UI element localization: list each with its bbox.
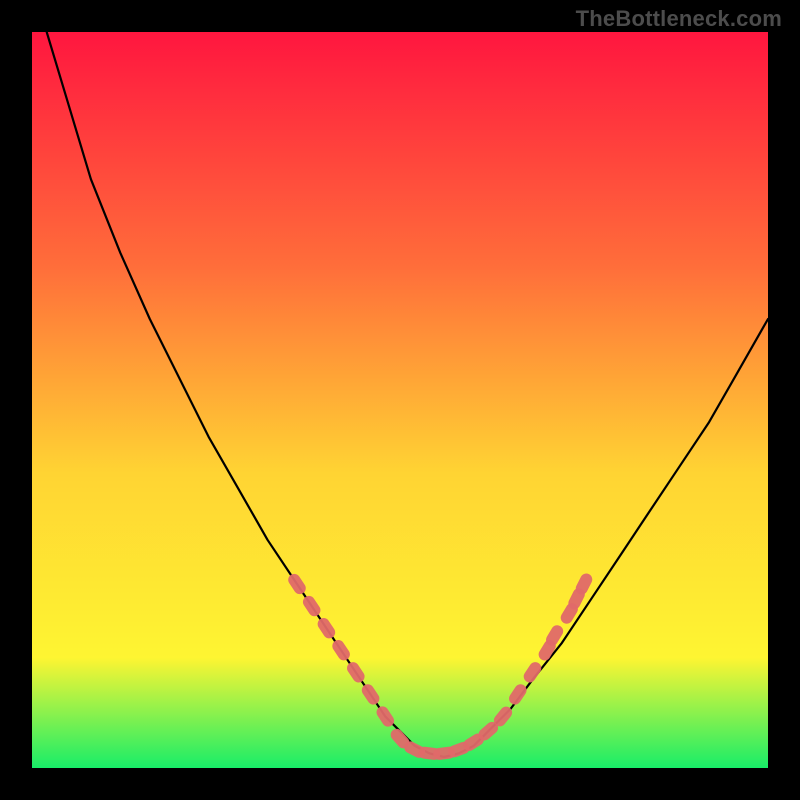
chart-svg bbox=[32, 32, 768, 768]
gradient-background bbox=[32, 32, 768, 768]
watermark-text: TheBottleneck.com bbox=[576, 6, 782, 32]
plot-area bbox=[32, 32, 768, 768]
chart-frame: TheBottleneck.com bbox=[0, 0, 800, 800]
